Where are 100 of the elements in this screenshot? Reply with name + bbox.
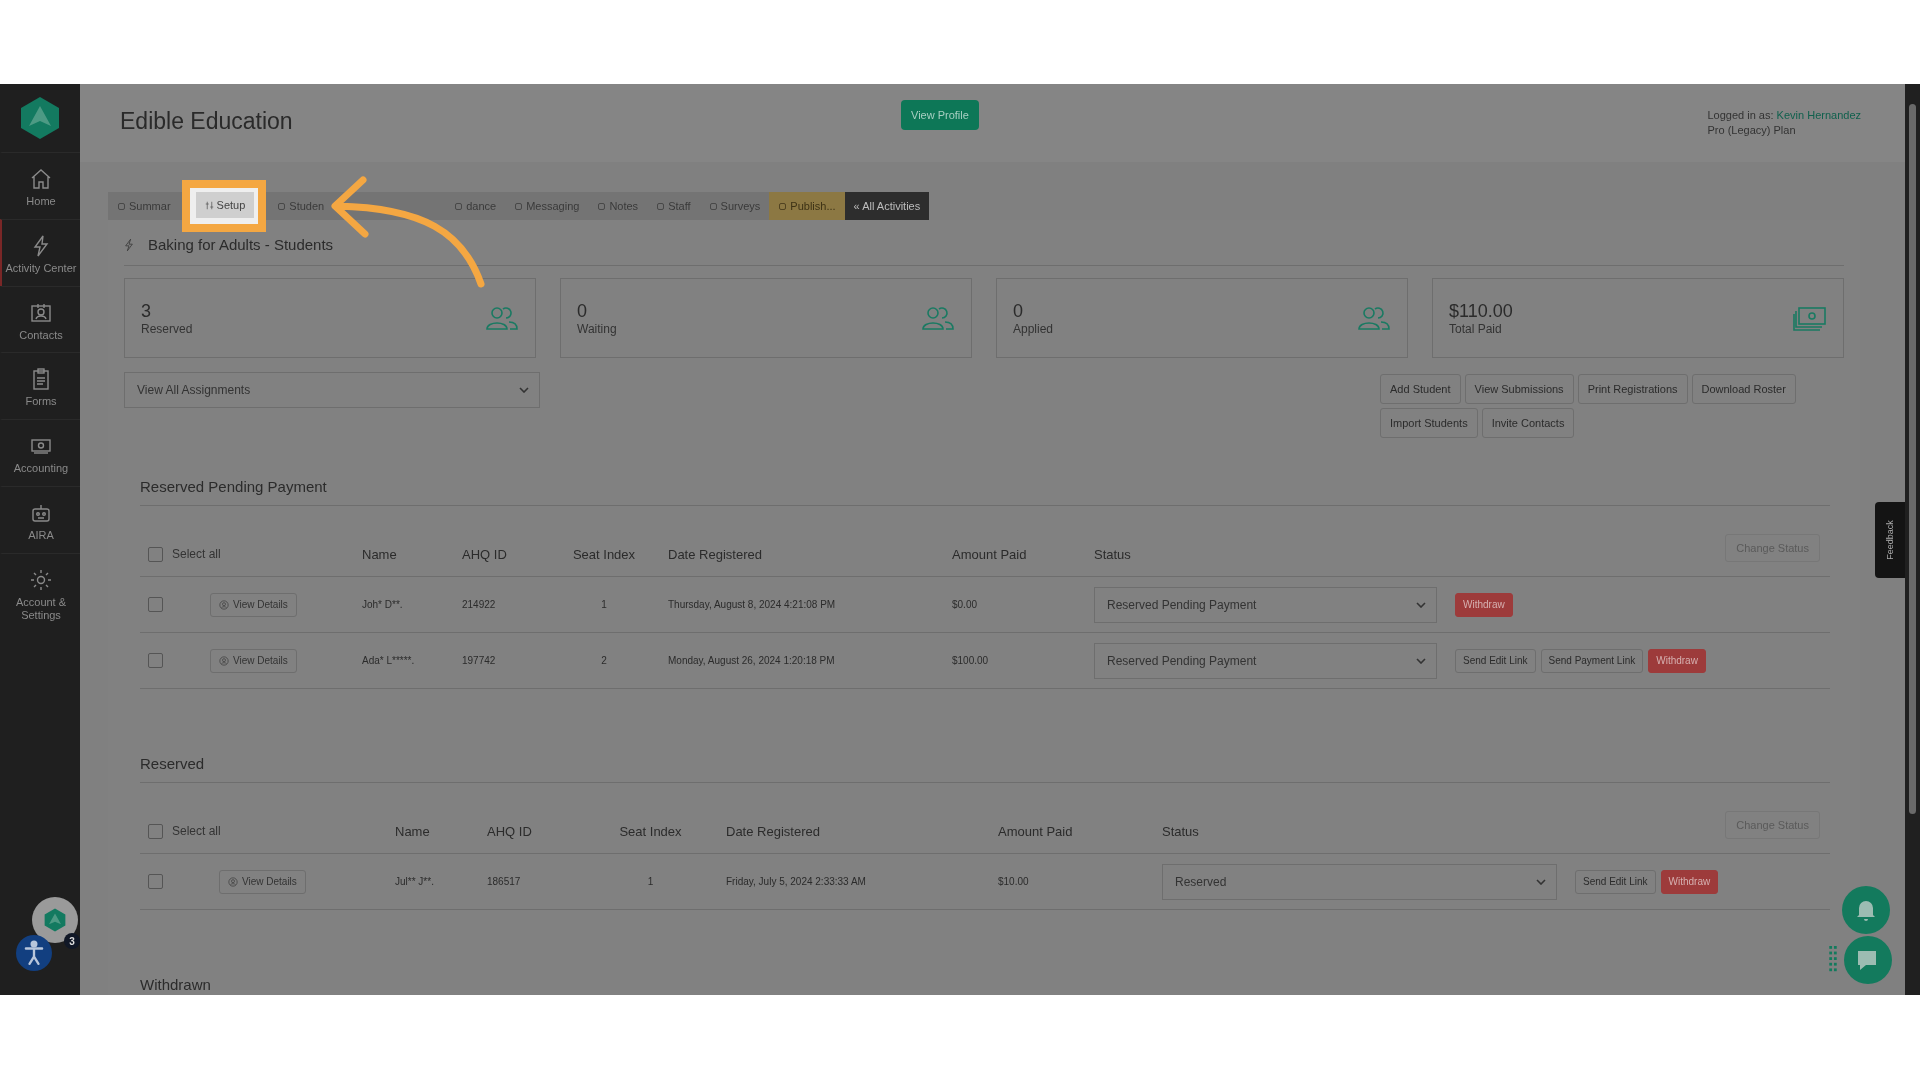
id-cell-text: 197742 bbox=[462, 655, 497, 666]
view-profile-button[interactable]: View Profile bbox=[901, 100, 979, 130]
row-action-button[interactable]: Send Edit Link bbox=[1575, 869, 1656, 894]
user-icon bbox=[228, 876, 238, 887]
sidebar-item[interactable]: Accounting bbox=[0, 419, 80, 486]
stat-label: Waiting bbox=[577, 321, 617, 336]
avatar[interactable] bbox=[32, 897, 78, 943]
view-details-button[interactable]: View Details bbox=[210, 648, 297, 673]
column-header: Name bbox=[362, 546, 398, 562]
name-cell-text: Jul** J**. bbox=[395, 876, 435, 887]
chevron-down-icon bbox=[1416, 657, 1426, 664]
status-dropdown[interactable]: Reserved bbox=[1162, 863, 1557, 900]
stat-label: Applied bbox=[1013, 321, 1054, 336]
square-icon bbox=[708, 201, 718, 211]
page-heading: Baking for Adults - Students bbox=[148, 236, 334, 253]
withdraw-button[interactable]: Withdraw bbox=[1455, 592, 1513, 617]
amount-cell-text: $10.00 bbox=[998, 876, 1030, 887]
view-details-button[interactable]: View Details bbox=[210, 592, 297, 617]
feedback-tab[interactable]: Feedback bbox=[1875, 502, 1905, 578]
notification-badge: 3 bbox=[64, 933, 80, 949]
chat-icon[interactable] bbox=[1844, 936, 1892, 984]
home-icon bbox=[29, 167, 53, 191]
column-header: Date Registered bbox=[668, 546, 763, 562]
status-dropdown[interactable]: Reserved Pending Payment bbox=[1094, 642, 1437, 679]
sidebar-item[interactable]: Account & Settings bbox=[0, 552, 80, 633]
settings-icon bbox=[29, 567, 53, 592]
sidebar-item[interactable]: Home bbox=[0, 152, 80, 219]
assignment-dropdown[interactable]: View All Assignments bbox=[124, 372, 540, 408]
sidebar-item[interactable]: Activity Center bbox=[0, 218, 80, 286]
row-checkbox[interactable] bbox=[148, 597, 163, 612]
action-button[interactable]: Import Students bbox=[1380, 408, 1478, 438]
tab[interactable]: Setup bbox=[195, 192, 255, 218]
row-checkbox[interactable] bbox=[148, 653, 163, 668]
tab[interactable]: Publish... bbox=[769, 192, 845, 220]
view-details-button[interactable]: View Details bbox=[219, 869, 306, 894]
date-cell-text: Monday, August 26, 2024 1:20:18 PM bbox=[668, 655, 836, 666]
row-checkbox[interactable] bbox=[148, 874, 163, 889]
people-icon bbox=[921, 305, 955, 331]
column-header: Seat Index bbox=[571, 546, 637, 562]
square-icon bbox=[277, 201, 287, 211]
square-icon bbox=[514, 201, 524, 211]
logged-in-label: Logged in as: bbox=[1707, 109, 1774, 121]
accessibility-icon[interactable] bbox=[16, 935, 52, 971]
stat-label: Reserved bbox=[141, 321, 193, 336]
column-header: Amount Paid bbox=[952, 546, 1028, 562]
user-icon bbox=[219, 599, 229, 610]
date-cell-text: Thursday, August 8, 2024 4:21:08 PM bbox=[668, 599, 837, 610]
plan-text: Pro (Legacy) Plan bbox=[1707, 123, 1797, 138]
user-link[interactable]: Kevin Hernandez bbox=[1776, 109, 1861, 121]
amount-cell-text: $0.00 bbox=[952, 599, 979, 610]
sidebar-item[interactable]: Forms bbox=[0, 352, 80, 419]
chevron-down-icon bbox=[1416, 601, 1426, 608]
money-icon bbox=[1793, 305, 1827, 331]
id-cell-text: 186517 bbox=[487, 876, 522, 887]
action-button[interactable]: Download Roster bbox=[1691, 374, 1796, 404]
column-header: Seat Index bbox=[618, 823, 683, 839]
sidebar-item[interactable]: AIRA bbox=[0, 485, 80, 553]
people-icon bbox=[1357, 305, 1391, 331]
row-action-button[interactable]: Send Payment Link bbox=[1540, 648, 1644, 673]
amount-cell-text: $100.00 bbox=[952, 655, 990, 666]
column-header: AHQ ID bbox=[462, 546, 508, 562]
section-title: Withdrawn bbox=[140, 976, 1830, 995]
chevron-down-icon bbox=[1536, 878, 1546, 885]
logo-icon bbox=[20, 96, 60, 140]
section-title: Reserved bbox=[140, 755, 1830, 783]
square-icon bbox=[454, 201, 464, 211]
section-title: Reserved Pending Payment bbox=[140, 478, 1830, 506]
action-button[interactable]: Print Registrations bbox=[1577, 374, 1688, 404]
action-button[interactable]: View Submissions bbox=[1464, 374, 1574, 404]
column-header: Status bbox=[1162, 823, 1200, 839]
scrollbar[interactable] bbox=[1905, 84, 1920, 995]
action-button[interactable]: Invite Contacts bbox=[1481, 408, 1575, 438]
column-header: Name bbox=[395, 823, 431, 839]
seat-cell-text: 1 bbox=[646, 876, 655, 887]
name-cell-text: Joh* D**. bbox=[362, 599, 404, 610]
select-all-checkbox[interactable] bbox=[148, 823, 163, 839]
square-icon bbox=[597, 201, 607, 211]
stat-value: 3 bbox=[141, 300, 152, 322]
date-cell-text: Friday, July 5, 2024 2:33:33 AM bbox=[726, 876, 867, 887]
square-icon bbox=[117, 201, 126, 211]
bell-icon[interactable] bbox=[1842, 886, 1890, 934]
sidebar-item[interactable]: Contacts bbox=[0, 285, 80, 353]
status-dropdown[interactable]: Reserved Pending Payment bbox=[1094, 586, 1437, 623]
column-header: Status bbox=[1094, 546, 1132, 562]
tab[interactable]: « All Activities bbox=[844, 192, 930, 220]
withdraw-button[interactable]: Withdraw bbox=[1660, 869, 1719, 894]
select-all-label: Select all bbox=[172, 824, 222, 838]
select-all-label: Select all bbox=[172, 547, 222, 561]
action-button[interactable]: Add Student bbox=[1380, 374, 1461, 404]
withdraw-button[interactable]: Withdraw bbox=[1648, 648, 1706, 673]
row-action-button[interactable]: Send Edit Link bbox=[1455, 648, 1536, 673]
select-all-checkbox[interactable] bbox=[148, 546, 163, 562]
stat-label: Total Paid bbox=[1449, 321, 1503, 336]
name-cell-text: Ada* L*****. bbox=[362, 655, 416, 666]
seat-cell-text: 2 bbox=[600, 655, 608, 666]
column-header: Amount Paid bbox=[998, 823, 1074, 839]
grip-icon[interactable] bbox=[1829, 946, 1837, 974]
column-header: Date Registered bbox=[726, 823, 821, 839]
bolt-icon bbox=[124, 237, 134, 252]
app-title: Edible Education bbox=[120, 108, 293, 135]
